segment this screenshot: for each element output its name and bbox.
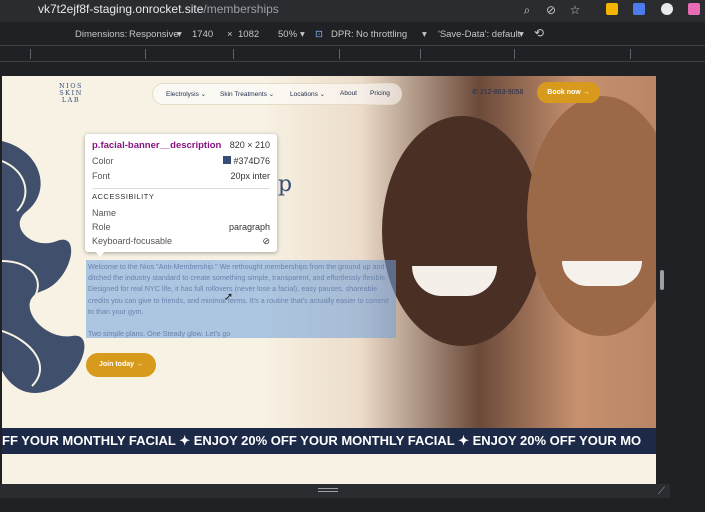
main-nav: Electrolysis ⌄ Skin Treatments ⌄ Locatio… [152, 83, 402, 105]
color-value: #374D76 [233, 156, 270, 166]
dimensions-select[interactable]: Responsive [129, 29, 179, 40]
tooltip-selector: p.facial-banner__description [92, 140, 222, 151]
keyboard-focusable-label: Keyboard-focusable [92, 236, 173, 246]
resize-handle-right[interactable] [660, 270, 664, 290]
ruler-tick [145, 49, 146, 59]
ruler-tick [420, 49, 421, 59]
nav-item-label: Electrolysis [166, 91, 199, 98]
ruler-tick [339, 49, 340, 59]
dimensions-label: Dimensions: [75, 29, 128, 40]
facial-banner-description: Welcome to the Nios "Anti-Membership." W… [86, 260, 396, 338]
ornament-graphic [2, 141, 85, 393]
star-icon[interactable]: ☆ [568, 3, 582, 17]
address-bar[interactable]: vk7t2ejf8f-staging.onrocket.site/members… [38, 2, 279, 16]
arrow-right-icon: → [135, 361, 143, 368]
width-input[interactable]: 1740 [192, 29, 213, 40]
book-label: Book now [547, 89, 581, 96]
role-value: paragraph [228, 222, 270, 232]
color-value-wrap: #374D76 [223, 156, 270, 166]
cursor-icon: ➚ [224, 290, 234, 303]
height-input[interactable]: 1082 [238, 29, 259, 40]
extension-icon[interactable] [661, 3, 673, 15]
resize-corner-icon[interactable]: ⟋ [658, 486, 665, 497]
dpr-icon[interactable]: ⊡ [315, 29, 323, 40]
nav-item-locations[interactable]: Locations ⌄ [290, 90, 325, 98]
phone-number: 212-863-9058 [479, 89, 524, 96]
browser-toolbar: vk7t2ejf8f-staging.onrocket.site/members… [0, 0, 705, 22]
page-heading: p [278, 172, 293, 197]
zoom-select[interactable]: 50% [278, 29, 297, 40]
name-label: Name [92, 208, 117, 218]
smile-right [562, 261, 642, 286]
join-today-button[interactable]: Join today → [86, 353, 156, 377]
font-label: Font [92, 171, 111, 181]
nav-item-pricing[interactable]: Pricing [370, 90, 390, 97]
save-data-select[interactable]: 'Save-Data': default [438, 29, 520, 40]
nav-item-skin-treatments[interactable]: Skin Treatments ⌄ [220, 90, 274, 98]
ruler-tick [233, 49, 234, 59]
arrow-right-icon: → [582, 89, 590, 96]
url-host: vk7t2ejf8f-staging.onrocket.site [38, 2, 204, 16]
not-focusable-icon: ⊘ [262, 236, 270, 246]
chevron-down-icon: ▾ [177, 29, 182, 40]
resize-handle-bottom[interactable] [318, 488, 338, 492]
tooltip-arrow [95, 251, 105, 257]
logo-line: LAB [61, 96, 81, 104]
join-label: Join today [99, 361, 135, 368]
extension-icon[interactable] [606, 3, 618, 15]
device-toolbar: Dimensions: Responsive ▾ 1740 × 1082 50%… [0, 22, 705, 46]
chevron-down-icon: ▾ [422, 29, 427, 40]
tooltip-divider [92, 188, 270, 189]
nav-item-about[interactable]: About [340, 90, 357, 97]
media-query-bar [0, 46, 705, 62]
accessibility-heading: ACCESSIBILITY [92, 192, 155, 201]
site-logo[interactable]: NIOS SKIN LAB [57, 83, 85, 104]
phone-icon: ✆ [472, 89, 478, 96]
role-label: Role [92, 222, 111, 232]
ruler-tick [30, 49, 31, 59]
nav-item-label: Skin Treatments [220, 91, 267, 98]
color-label: Color [92, 156, 114, 166]
inspector-tooltip: p.facial-banner__description 820 × 210 C… [85, 134, 277, 252]
extension-icon[interactable] [633, 3, 645, 15]
marquee-text: FF YOUR MONTHLY FACIAL ✦ ENJOY 20% OFF Y… [2, 433, 642, 448]
chevron-down-icon: ▾ [519, 29, 524, 40]
nav-item-electrolysis[interactable]: Electrolysis ⌄ [166, 90, 206, 98]
face-left [382, 116, 542, 346]
font-value: 20px inter [230, 171, 270, 181]
book-now-button[interactable]: Book now → [537, 82, 600, 103]
ruler-tick [630, 49, 631, 59]
times-sign: × [227, 29, 233, 40]
tooltip-size: 820 × 210 [229, 140, 270, 150]
dpr-label: DPR: [331, 29, 354, 40]
face-right [527, 96, 656, 336]
chevron-down-icon: ▾ [300, 29, 305, 40]
extension-icon[interactable] [688, 3, 700, 15]
eye-slash-icon[interactable]: ⊘ [544, 3, 558, 17]
nav-item-label: Locations [290, 91, 318, 98]
phone-link[interactable]: ✆ 212-863-9058 [472, 88, 523, 96]
rotate-icon[interactable]: ⟲ [534, 26, 544, 40]
color-swatch [223, 156, 232, 164]
ruler-tick [514, 49, 515, 59]
description-tagline: Two simple plans. One Steady glow. Let's… [88, 329, 231, 339]
hero-photo [262, 76, 656, 428]
zoom-icon[interactable]: ⌕ [520, 3, 534, 17]
promo-marquee: FF YOUR MONTHLY FACIAL ✦ ENJOY 20% OFF Y… [2, 428, 656, 454]
description-paragraph: Welcome to the Nios "Anti-Membership." W… [88, 262, 389, 316]
throttle-select[interactable]: No throttling [356, 29, 407, 40]
url-path: /memberships [203, 2, 279, 16]
